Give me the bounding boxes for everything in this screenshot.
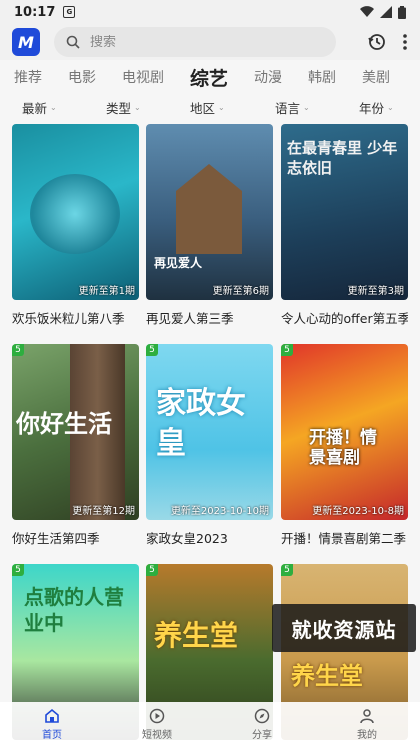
poster-image: 更新至第1期 [12, 124, 139, 300]
filter-label: 类型 [106, 100, 132, 116]
poster-title: 开播！情景喜剧 [309, 428, 377, 468]
poster-title: 家政女皇 [156, 386, 246, 461]
history-icon[interactable] [368, 33, 386, 51]
watermark-overlay: 就收资源站 [272, 604, 416, 652]
chevron-down-icon: ⌄ [303, 102, 310, 112]
video-card[interactable]: 5 开播！情景喜剧 更新至2023-10-8期 开播！情景喜剧第二季 [281, 344, 408, 547]
poster-title: 养生堂 [154, 619, 239, 652]
source-badge: 5 [12, 564, 24, 576]
signal-icon [380, 6, 392, 18]
card-title: 欢乐饭米粒儿第八季 [12, 311, 125, 326]
card-title: 再见爱人第三季 [146, 311, 234, 326]
update-label: 更新至2023-10-10期 [170, 506, 269, 517]
nav-share[interactable]: 分享 [232, 708, 292, 741]
more-vertical-icon[interactable] [402, 33, 408, 51]
filter-latest[interactable]: 最新 ⌄ [22, 98, 57, 117]
chevron-down-icon: ⌄ [387, 102, 394, 112]
nav-label: 短视频 [142, 730, 172, 741]
update-label: 更新至第3期 [347, 286, 404, 297]
poster-title: 在最青春里 少年志依旧 [287, 139, 398, 177]
tab-korean-drama[interactable]: 韩剧 [308, 67, 336, 87]
search-icon [66, 35, 80, 49]
poster-title: 点歌的人营业中 [24, 585, 124, 635]
update-label: 更新至第1期 [78, 286, 135, 297]
tab-anime[interactable]: 动漫 [254, 67, 282, 87]
source-badge: 5 [146, 564, 158, 576]
filter-year[interactable]: 年份 ⌄ [359, 98, 394, 117]
battery-icon [398, 5, 406, 19]
source-badge: 5 [12, 344, 24, 356]
video-card[interactable]: 更新至第1期 欢乐饭米粒儿第八季 [12, 124, 139, 327]
tab-us-drama[interactable]: 美剧 [362, 67, 390, 87]
poster-image: 在最青春里 少年志依旧 更新至第3期 [281, 124, 408, 300]
compass-icon [254, 708, 270, 724]
tab-recommend[interactable]: 推荐 [14, 67, 42, 87]
video-card[interactable]: 再见爱人 更新至第6期 再见爱人第三季 [146, 124, 273, 327]
poster-title: 养生堂 [291, 662, 363, 690]
tab-variety[interactable]: 综艺 [190, 64, 228, 91]
notification-icon: G [63, 6, 76, 18]
category-tabs: 推荐 电影 电视剧 综艺 动漫 韩剧 美剧 [0, 62, 420, 92]
user-icon [360, 709, 374, 724]
nav-home[interactable]: 首页 [22, 708, 82, 741]
app-logo[interactable]: M [12, 28, 40, 56]
status-time: 10:17 [14, 4, 56, 20]
chevron-down-icon: ⌄ [218, 102, 225, 112]
nav-label: 分享 [252, 730, 272, 741]
status-icons [360, 5, 406, 19]
card-title: 令人心动的offer第五季 [281, 311, 408, 326]
poster-title: 你好生活 [16, 410, 112, 438]
app-header: M [0, 24, 420, 60]
card-title: 你好生活第四季 [12, 531, 100, 546]
search-bar[interactable] [54, 27, 336, 57]
nav-short-video[interactable]: 短视频 [127, 708, 187, 741]
tab-tv-series[interactable]: 电视剧 [122, 67, 164, 87]
filter-label: 地区 [190, 100, 216, 116]
source-badge: 5 [146, 344, 158, 356]
wifi-icon [360, 6, 374, 18]
chevron-down-icon: ⌄ [50, 102, 57, 112]
header-actions [368, 33, 408, 51]
poster-image: 5 开播！情景喜剧 更新至2023-10-8期 [281, 344, 408, 520]
poster-image: 再见爱人 更新至第6期 [146, 124, 273, 300]
status-bar: 10:17 G [0, 0, 420, 24]
nav-profile[interactable]: 我的 [337, 708, 397, 741]
filter-label: 语言 [275, 100, 301, 116]
source-badge: 5 [281, 564, 293, 576]
nav-label: 首页 [42, 730, 62, 741]
filter-language[interactable]: 语言 ⌄ [275, 98, 310, 117]
filter-region[interactable]: 地区 ⌄ [190, 98, 225, 117]
video-card[interactable]: 5 家政女皇 更新至2023-10-10期 家政女皇2023 [146, 344, 273, 547]
card-title: 开播！情景喜剧第二季 [281, 531, 407, 546]
filter-label: 最新 [22, 100, 48, 116]
update-label: 更新至第6期 [212, 286, 269, 297]
nav-label: 我的 [357, 730, 377, 741]
filter-type[interactable]: 类型 ⌄ [106, 98, 141, 117]
play-icon [149, 708, 165, 724]
poster-image: 5 你好生活 更新至第12期 [12, 344, 139, 520]
search-input[interactable] [90, 34, 310, 50]
poster-title: 再见爱人 [154, 256, 203, 270]
poster-image: 5 家政女皇 更新至2023-10-10期 [146, 344, 273, 520]
filter-bar: 最新 ⌄ 类型 ⌄ 地区 ⌄ 语言 ⌄ 年份 ⌄ [0, 96, 420, 118]
filter-label: 年份 [359, 100, 385, 116]
video-card[interactable]: 5 你好生活 更新至第12期 你好生活第四季 [12, 344, 139, 547]
update-label: 更新至2023-10-8期 [312, 506, 404, 517]
home-icon [45, 708, 59, 723]
chevron-down-icon: ⌄ [134, 102, 141, 112]
update-label: 更新至第12期 [72, 506, 135, 517]
card-title: 家政女皇2023 [146, 531, 228, 546]
source-badge: 5 [281, 344, 293, 356]
tab-movie[interactable]: 电影 [68, 67, 96, 87]
bottom-nav: 首页 短视频 分享 我的 [0, 702, 420, 748]
video-card[interactable]: 在最青春里 少年志依旧 更新至第3期 令人心动的offer第五季 [281, 124, 408, 327]
